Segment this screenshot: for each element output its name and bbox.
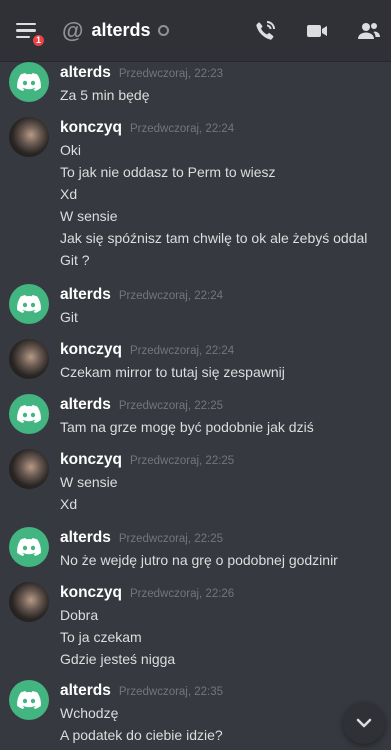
message-author[interactable]: alterds bbox=[60, 64, 111, 82]
message-text: Git ? bbox=[60, 252, 90, 268]
message-timestamp: Przedwczoraj, 22:24 bbox=[130, 345, 235, 357]
hamburger-menu-icon[interactable]: 1 bbox=[16, 16, 46, 48]
message-author[interactable]: alterds bbox=[60, 396, 111, 414]
avatar-konczyq[interactable] bbox=[9, 582, 49, 622]
avatar-discord-icon[interactable] bbox=[9, 527, 49, 567]
top-bar: 1 @ alterds bbox=[0, 0, 391, 62]
message-author[interactable]: konczyq bbox=[60, 451, 122, 469]
message-author[interactable]: alterds bbox=[60, 529, 111, 547]
avatar-konczyq[interactable] bbox=[9, 117, 49, 157]
message-text: Dobra bbox=[60, 607, 99, 623]
members-icon[interactable] bbox=[357, 19, 381, 43]
message-timestamp: Przedwczoraj, 22:25 bbox=[118, 533, 224, 545]
message-text: To jak nie oddasz to Perm to wiesz bbox=[60, 164, 276, 180]
message-timestamp: Przedwczoraj, 22:35 bbox=[118, 686, 224, 698]
message-text: W sensie bbox=[60, 474, 118, 490]
notification-badge: 1 bbox=[31, 32, 46, 48]
message-timestamp: Przedwczoraj, 22:25 bbox=[118, 400, 224, 412]
channel-title: alterds bbox=[91, 20, 151, 40]
message-text: Za 5 min będę bbox=[60, 87, 150, 103]
avatar-discord-icon[interactable] bbox=[9, 394, 49, 434]
phone-call-icon[interactable] bbox=[253, 19, 277, 43]
message-text: Wchodzę bbox=[60, 705, 119, 721]
avatar-konczyq[interactable] bbox=[9, 339, 49, 379]
message-text: Tam na grze mogę być podobnie jak dziś bbox=[60, 419, 314, 435]
avatar-discord-icon[interactable] bbox=[9, 284, 49, 324]
message-text: A podatek do ciebie idzie? bbox=[60, 727, 223, 743]
message-author[interactable]: konczyq bbox=[60, 584, 122, 602]
message-timestamp: Przedwczoraj, 22:25 bbox=[130, 455, 235, 467]
message-text: To ja czekam bbox=[60, 629, 142, 645]
avatar-discord-icon[interactable] bbox=[9, 62, 49, 102]
message-timestamp: Przedwczoraj, 22:24 bbox=[130, 123, 235, 135]
status-offline-icon bbox=[158, 25, 170, 36]
avatar-discord-icon[interactable] bbox=[9, 680, 49, 720]
message-text: Jak się spóźnisz tam chwilę to ok ale że… bbox=[60, 230, 368, 246]
message-timestamp: Przedwczoraj, 22:23 bbox=[118, 68, 224, 80]
avatar-konczyq[interactable] bbox=[9, 449, 49, 489]
video-call-icon[interactable] bbox=[305, 19, 329, 43]
message-text: No że wejdę jutro na grę o podobnej godz… bbox=[60, 552, 338, 568]
message-author[interactable]: alterds bbox=[60, 286, 111, 304]
chevron-down-icon bbox=[356, 718, 372, 728]
message-text: Xd bbox=[60, 186, 78, 202]
message-text: Oki bbox=[60, 142, 81, 158]
message-text: W sensie bbox=[60, 208, 118, 224]
message-author[interactable]: alterds bbox=[60, 682, 111, 700]
message-author[interactable]: konczyq bbox=[60, 119, 122, 137]
at-icon: @ bbox=[62, 17, 84, 43]
message-text: Czekam mirror to tutaj się zespawnij bbox=[60, 364, 285, 380]
message-timestamp: Przedwczoraj, 22:24 bbox=[118, 290, 224, 302]
message-text: Xd bbox=[60, 496, 78, 512]
scroll-to-bottom-button[interactable] bbox=[343, 702, 385, 744]
message-text: Git bbox=[60, 309, 78, 325]
message-timestamp: Przedwczoraj, 22:26 bbox=[130, 588, 235, 600]
message-author[interactable]: konczyq bbox=[60, 341, 122, 359]
message-text: Gdzie jesteś nigga bbox=[60, 651, 176, 667]
